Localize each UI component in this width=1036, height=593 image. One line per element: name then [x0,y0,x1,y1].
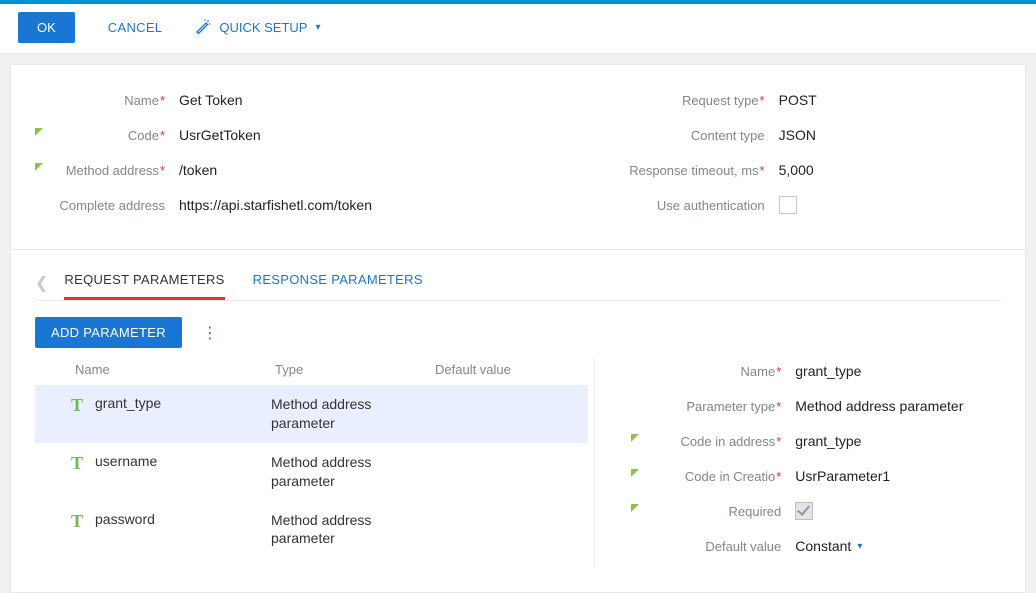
quick-setup-dropdown[interactable]: QUICK SETUP ▾ [195,18,320,37]
param-row[interactable]: TusernameMethod address parameter [35,443,588,501]
tab-response-parameters[interactable]: RESPONSE PARAMETERS [253,266,423,300]
label-name: Name* [35,93,175,108]
cancel-button[interactable]: CANCEL [91,13,180,42]
param-name: password [95,511,271,527]
col-default: Default value [435,362,588,377]
ok-button[interactable]: OK [18,12,75,43]
detail-label-name: Name* [631,364,791,379]
chevron-down-icon: ▾ [315,22,320,33]
detail-field-param-type[interactable]: Method address parameter [791,396,1001,416]
label-content-type: Content type [615,128,775,143]
label-use-auth: Use authentication [615,198,775,213]
field-request-type[interactable]: POST [775,90,1001,110]
label-response-timeout: Response timeout, ms* [615,163,775,178]
param-row[interactable]: Tgrant_typeMethod address parameter [35,385,588,443]
param-list-header: Name Type Default value [35,358,588,385]
param-type: Method address parameter [271,453,431,491]
param-type: Method address parameter [271,395,431,433]
detail-field-code-in-creatio[interactable]: UsrParameter1 [791,466,1001,486]
param-name: grant_type [95,395,271,411]
quick-setup-label: QUICK SETUP [219,20,307,35]
parameter-detail-panel: Name* grant_type Parameter type* Method … [595,358,1001,568]
detail-field-default-value[interactable]: Constant ▾ [795,538,862,554]
wand-icon [195,18,211,37]
tab-request-parameters[interactable]: REQUEST PARAMETERS [64,266,224,300]
detail-label-param-type: Parameter type* [631,399,791,414]
field-content-type[interactable]: JSON [775,125,1001,145]
label-request-type: Request type* [615,93,775,108]
tabs-row: ❮ REQUEST PARAMETERS RESPONSE PARAMETERS [35,266,1001,301]
more-actions-icon[interactable]: ⋮ [202,323,218,343]
detail-checkbox-required[interactable] [795,502,813,520]
text-type-icon: T [71,453,95,474]
content-wrap: Name* Get Token Code* UsrGetToken Method… [0,54,1036,593]
chevron-down-icon: ▾ [857,541,862,552]
detail-label-required: Required [631,504,791,519]
col-name: Name [75,362,275,377]
parameters-section: ❮ REQUEST PARAMETERS RESPONSE PARAMETERS… [10,250,1026,593]
field-complete-address: https://api.starfishetl.com/token [175,195,575,215]
col-type: Type [275,362,435,377]
text-type-icon: T [71,511,95,532]
detail-field-code-in-address[interactable]: grant_type [791,431,1001,451]
detail-label-code-in-address: Code in address* [631,434,791,449]
field-method-address[interactable]: /token [175,160,575,180]
text-type-icon: T [71,395,95,416]
checkbox-use-auth[interactable] [779,196,797,214]
parameter-list: Name Type Default value Tgrant_typeMetho… [35,358,595,568]
detail-label-code-in-creatio: Code in Creatio* [631,469,791,484]
field-name[interactable]: Get Token [175,90,575,110]
param-type: Method address parameter [271,511,431,549]
field-response-timeout[interactable]: 5,000 [775,160,1001,180]
label-complete-address: Complete address [35,198,175,213]
param-row[interactable]: TpasswordMethod address parameter [35,501,588,559]
tabs-prev-icon[interactable]: ❮ [35,273,64,293]
detail-label-default-value: Default value [631,539,791,554]
toolbar: OK CANCEL QUICK SETUP ▾ [0,4,1036,54]
method-form-panel: Name* Get Token Code* UsrGetToken Method… [10,64,1026,250]
label-method-address: Method address* [35,163,175,178]
detail-field-name[interactable]: grant_type [791,361,1001,381]
param-name: username [95,453,271,469]
add-parameter-button[interactable]: ADD PARAMETER [35,317,182,348]
label-code: Code* [35,128,175,143]
field-code[interactable]: UsrGetToken [175,125,575,145]
